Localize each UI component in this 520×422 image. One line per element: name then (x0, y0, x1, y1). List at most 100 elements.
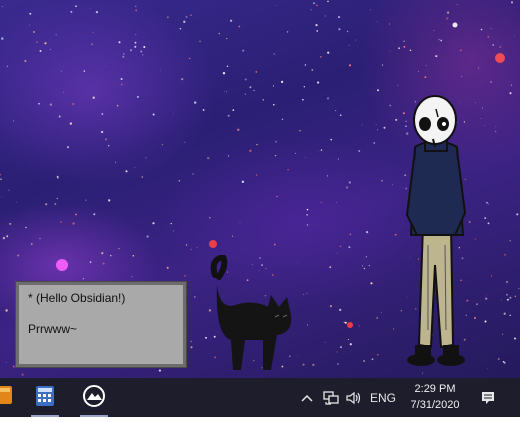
star (241, 180, 245, 183)
glow-star (347, 322, 353, 328)
taskbar-app-calculator[interactable] (27, 378, 63, 417)
star (91, 43, 93, 45)
star (487, 36, 489, 38)
star (509, 296, 512, 299)
star (30, 243, 33, 246)
star (480, 118, 482, 119)
star (275, 4, 277, 6)
clock[interactable]: 2:29 PM 7/31/2020 (402, 381, 468, 413)
speech-dialog: * (Hello Obsidian!) Prrwww~ (16, 282, 186, 367)
star (0, 178, 2, 180)
star (484, 320, 487, 323)
star (196, 246, 198, 248)
star (145, 157, 147, 159)
star (237, 128, 240, 131)
star (506, 298, 509, 301)
star (141, 176, 144, 178)
star (262, 99, 264, 101)
speaker-icon (346, 391, 361, 404)
star (494, 130, 497, 133)
star (130, 49, 132, 52)
star (425, 64, 427, 66)
taskbar-app-folder[interactable] (0, 378, 28, 417)
star (362, 265, 364, 267)
star (152, 222, 155, 225)
star (495, 126, 497, 127)
star (274, 154, 277, 157)
star (72, 222, 75, 225)
star (304, 64, 307, 66)
star (383, 126, 386, 129)
star (92, 31, 94, 34)
star (276, 195, 278, 198)
star (101, 113, 104, 115)
star (475, 102, 476, 104)
star (500, 299, 502, 301)
star (6, 65, 9, 68)
star (33, 31, 35, 33)
star (324, 15, 326, 17)
star (368, 264, 371, 267)
notification-icon (482, 391, 494, 404)
star (135, 34, 137, 36)
star (490, 28, 492, 29)
star (227, 155, 230, 157)
star (70, 10, 73, 13)
star (55, 34, 57, 36)
star (504, 254, 506, 256)
black-cat-figure[interactable] (205, 255, 305, 375)
star (136, 95, 139, 98)
star (2, 236, 6, 240)
volume-button[interactable] (343, 378, 365, 417)
star (75, 213, 77, 216)
star (238, 25, 241, 28)
star (207, 156, 210, 160)
star (226, 65, 229, 68)
network-button[interactable] (320, 378, 342, 417)
glow-star (56, 259, 68, 271)
star (89, 8, 91, 10)
star (438, 38, 440, 41)
star (344, 321, 347, 324)
show-hidden-icons-button[interactable] (298, 378, 316, 417)
clock-date: 7/31/2020 (410, 399, 460, 411)
star (511, 1, 513, 4)
star (108, 199, 111, 202)
star (140, 50, 143, 53)
star (348, 44, 350, 46)
star (25, 226, 27, 229)
star (346, 30, 349, 33)
star (249, 149, 252, 152)
taskbar-app-photos[interactable] (76, 378, 112, 417)
star (481, 107, 484, 109)
folder-app-icon (0, 386, 12, 404)
star (24, 59, 27, 63)
star (227, 114, 230, 117)
star (39, 237, 41, 240)
star (122, 55, 125, 58)
star (336, 351, 338, 353)
star (160, 70, 161, 72)
star (490, 81, 492, 83)
star (134, 45, 137, 48)
star (509, 314, 511, 317)
star (363, 267, 366, 270)
star (313, 2, 315, 4)
star (194, 101, 197, 104)
star (302, 98, 304, 101)
star (142, 54, 144, 56)
character-figure[interactable] (395, 95, 475, 375)
star (6, 235, 9, 238)
star (167, 16, 169, 18)
star (107, 145, 110, 147)
star (492, 44, 494, 46)
language-indicator[interactable]: ENG (368, 378, 398, 417)
action-center-button[interactable] (474, 378, 502, 417)
calculator-app-icon (36, 386, 54, 406)
star (183, 20, 186, 23)
star (348, 246, 351, 249)
star (490, 275, 493, 277)
star (306, 224, 309, 226)
star (102, 262, 105, 265)
star (310, 9, 312, 11)
